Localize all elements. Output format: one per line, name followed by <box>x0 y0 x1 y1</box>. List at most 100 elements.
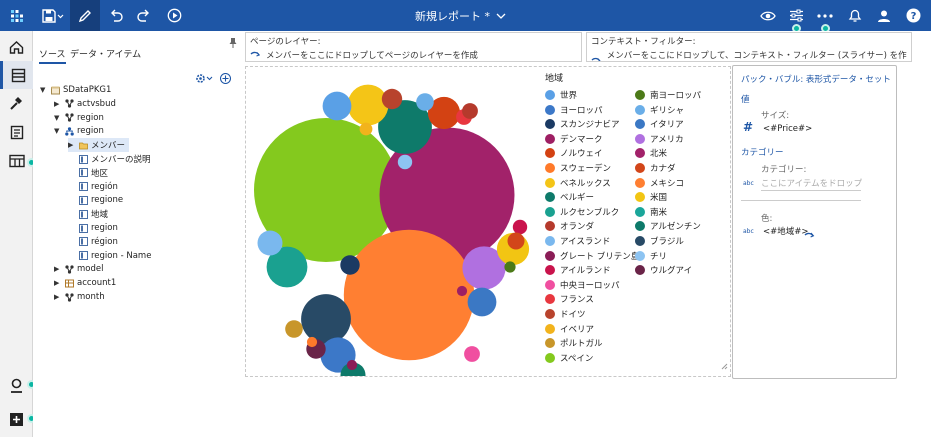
legend-item[interactable]: 中央ヨーロッパ <box>545 279 620 291</box>
bubble-2[interactable] <box>343 229 475 361</box>
bubble-29[interactable] <box>456 285 468 297</box>
tree-item[interactable]: ▼ SDataPKG1 <box>40 83 111 97</box>
bubble-18[interactable] <box>381 88 403 110</box>
bubble-23[interactable] <box>397 154 413 170</box>
collapse-triangle-icon[interactable]: ▼ <box>54 127 62 135</box>
swap-arrow-icon[interactable] <box>804 225 815 244</box>
tree-item[interactable]: ▶ actvsbud <box>54 97 116 111</box>
legend-item[interactable]: ギリシャ <box>635 104 684 116</box>
legend-item[interactable]: アイスランド <box>545 235 610 247</box>
collapse-triangle-icon[interactable]: ▼ <box>54 114 62 122</box>
tree-item[interactable]: region <box>68 221 118 235</box>
document-icon[interactable] <box>0 118 33 146</box>
play-icon[interactable] <box>162 0 186 31</box>
legend-item[interactable]: 南米 <box>635 206 667 218</box>
legend-item[interactable]: グレート ブリテン島 <box>545 250 639 262</box>
bubble-20[interactable] <box>464 346 480 362</box>
legend-item[interactable]: スカンジナビア <box>545 118 620 130</box>
legend-item[interactable]: フランス <box>545 293 594 305</box>
bubble-21[interactable] <box>285 320 303 338</box>
legend-item[interactable]: ブラジル <box>635 235 684 247</box>
legend-item[interactable]: ドイツ <box>545 308 586 320</box>
legend-item[interactable]: 世界 <box>545 89 577 101</box>
add-source-icon[interactable] <box>219 69 232 88</box>
legend-item[interactable]: 南ヨーロッパ <box>635 89 701 101</box>
legend-item[interactable]: ノルウェイ <box>545 147 603 159</box>
bubble-4[interactable] <box>347 84 389 126</box>
legend-item[interactable]: ベネルックス <box>545 177 611 189</box>
legend-item[interactable]: ヨーロッパ <box>545 104 603 116</box>
legend-item[interactable]: チリ <box>635 250 667 262</box>
expand-triangle-icon[interactable]: ▶ <box>54 265 62 273</box>
page-layer-dropzone[interactable]: ページのレイヤー: メンバーをここにドロップしてページのレイヤーを作成 <box>245 32 582 62</box>
bell-icon[interactable] <box>843 0 867 31</box>
settings-icon[interactable] <box>195 69 213 88</box>
size-value[interactable]: <#Price#> <box>763 124 812 134</box>
expand-triangle-icon[interactable]: ▶ <box>54 279 62 287</box>
bubble-26[interactable] <box>507 232 525 250</box>
tree-item[interactable]: メンバーの説明 <box>68 152 151 166</box>
undo-icon[interactable] <box>104 0 128 31</box>
legend-item[interactable]: ウルグアイ <box>635 264 692 276</box>
bubble-chart-container[interactable]: 地域 世界 ヨーロッパ スカンジナビア デンマーク ノルウェイ スウェーデン ベネルックスベ… <box>245 66 731 377</box>
expand-triangle-icon[interactable]: ▶ <box>54 293 62 301</box>
user-icon[interactable] <box>872 0 896 31</box>
legend-item[interactable]: アイルランド <box>545 264 611 276</box>
color-value[interactable]: <#地域#> <box>763 225 809 237</box>
bubble-24[interactable] <box>512 219 528 235</box>
tree-item[interactable]: regione <box>68 193 123 207</box>
legend-item[interactable]: イベリア <box>545 323 594 335</box>
legend-item[interactable]: ベルギー <box>545 191 594 203</box>
eye-icon[interactable] <box>756 0 780 31</box>
app-logo-icon[interactable] <box>6 0 28 31</box>
report-title[interactable]: 新規レポート * <box>415 0 506 31</box>
save-icon[interactable] <box>38 0 68 31</box>
tree-item[interactable]: region - Name <box>68 249 151 263</box>
tree-item[interactable]: ▼ region <box>54 111 104 125</box>
tree-item[interactable]: ▶ month <box>54 290 105 304</box>
redo-icon[interactable] <box>132 0 156 31</box>
tree-item[interactable]: région <box>68 235 118 249</box>
pages-icon[interactable] <box>0 61 33 89</box>
home-icon[interactable] <box>0 33 33 61</box>
legend-item[interactable]: ポルトガル <box>545 337 603 349</box>
pin-icon[interactable] <box>229 33 237 52</box>
tree-item[interactable]: 地区 <box>68 166 108 180</box>
resize-handle-icon[interactable] <box>721 355 728 374</box>
bubble-13[interactable] <box>340 255 360 275</box>
pencil-icon[interactable] <box>70 0 100 31</box>
tree-item[interactable]: ▶ メンバー <box>68 138 130 153</box>
category-dropzone[interactable]: ここにアイテムをドロップ <box>761 177 862 191</box>
legend-item[interactable]: アルゼンチン <box>635 220 701 232</box>
bubble-28[interactable] <box>359 122 373 136</box>
tree-item[interactable]: ▶ account1 <box>54 276 116 290</box>
bubble-25[interactable] <box>504 261 516 273</box>
legend-item[interactable]: スペイン <box>545 352 593 364</box>
expand-triangle-icon[interactable]: ▶ <box>68 141 76 149</box>
bubble-27[interactable] <box>346 359 358 371</box>
bubble-17[interactable] <box>416 93 434 111</box>
hammer-icon[interactable] <box>0 89 33 117</box>
bubble-12[interactable] <box>467 287 497 317</box>
tab-source[interactable]: ソース <box>39 47 66 64</box>
help-icon[interactable]: ? <box>901 0 925 31</box>
tree-item[interactable]: 地域 <box>68 207 108 221</box>
tab-data-items[interactable]: データ・アイテム <box>70 47 141 60</box>
legend-item[interactable]: 北米 <box>635 147 667 159</box>
legend-item[interactable]: メキシコ <box>635 177 684 189</box>
tree-item[interactable]: región <box>68 180 118 194</box>
collapse-triangle-icon[interactable]: ▼ <box>40 86 48 94</box>
bubble-30[interactable] <box>306 336 318 348</box>
legend-item[interactable]: アメリカ <box>635 133 684 145</box>
bubble-14[interactable] <box>257 230 283 256</box>
legend-item[interactable]: 米国 <box>635 191 667 203</box>
tree-item[interactable]: ▼ region <box>54 124 104 138</box>
legend-item[interactable]: ルクセンブルク <box>545 206 619 218</box>
bubble-9[interactable] <box>322 91 352 121</box>
legend-item[interactable]: スウェーデン <box>545 162 611 174</box>
bubble-chart[interactable] <box>246 67 536 376</box>
legend-item[interactable]: イタリア <box>635 118 684 130</box>
legend-item[interactable]: デンマーク <box>545 133 603 145</box>
bubble-6[interactable] <box>301 294 351 344</box>
legend-item[interactable]: カナダ <box>635 162 676 174</box>
